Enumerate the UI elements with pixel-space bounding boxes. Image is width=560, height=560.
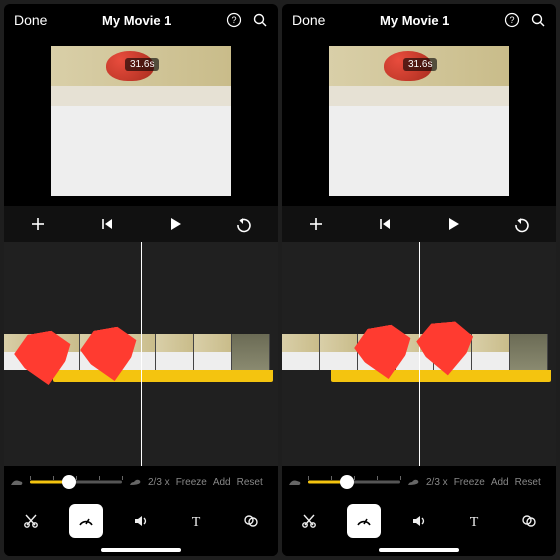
tortoise-icon (288, 477, 302, 487)
home-indicator (282, 544, 556, 556)
top-bar: Done My Movie 1 ? (282, 4, 556, 36)
speed-range-bar[interactable] (331, 370, 550, 382)
zoom-icon[interactable] (530, 12, 546, 28)
home-indicator (4, 544, 278, 556)
timeline[interactable] (282, 242, 556, 466)
add-button[interactable]: Add (213, 477, 231, 488)
speed-range-bar[interactable] (53, 370, 272, 382)
bottom-toolbar: T (4, 498, 278, 544)
transport-bar (282, 206, 556, 242)
volume-tool[interactable] (124, 504, 158, 538)
titles-tool[interactable]: T (457, 504, 491, 538)
prev-frame-icon[interactable] (97, 214, 117, 234)
svg-text:T: T (192, 515, 201, 530)
duration-badge: 31.6s (403, 58, 437, 71)
scissors-tool[interactable] (292, 504, 326, 538)
tortoise-icon (10, 477, 24, 487)
undo-icon[interactable] (234, 214, 254, 234)
speed-slider[interactable] (30, 474, 122, 490)
transport-bar (4, 206, 278, 242)
filters-tool[interactable] (234, 504, 268, 538)
reset-button[interactable]: Reset (237, 477, 263, 488)
hare-icon (406, 477, 420, 487)
video-preview[interactable]: 31.6s (4, 36, 278, 206)
svg-text:?: ? (509, 15, 514, 25)
top-bar: Done My Movie 1 ? (4, 4, 278, 36)
timeline[interactable] (4, 242, 278, 466)
done-button[interactable]: Done (14, 12, 47, 28)
play-icon[interactable] (165, 214, 185, 234)
speed-slider[interactable] (308, 474, 400, 490)
help-icon[interactable]: ? (226, 12, 242, 28)
playhead[interactable] (419, 242, 420, 466)
video-preview[interactable]: 31.6s (282, 36, 556, 206)
editor-pane-left: Done My Movie 1 ? 31.6s (4, 4, 278, 556)
scissors-tool[interactable] (14, 504, 48, 538)
reset-button[interactable]: Reset (515, 477, 541, 488)
speed-value: 2/3 x (148, 477, 170, 488)
playhead[interactable] (141, 242, 142, 466)
done-button[interactable]: Done (292, 12, 325, 28)
duration-badge: 31.6s (125, 58, 159, 71)
editor-pane-right: Done My Movie 1 ? 31.6s 2/3 x (282, 4, 556, 556)
speed-value: 2/3 x (426, 477, 448, 488)
help-icon[interactable]: ? (504, 12, 520, 28)
speed-controls: 2/3 x Freeze Add Reset (4, 466, 278, 498)
freeze-button[interactable]: Freeze (176, 477, 207, 488)
add-button[interactable]: Add (491, 477, 509, 488)
bottom-toolbar: T (282, 498, 556, 544)
freeze-button[interactable]: Freeze (454, 477, 485, 488)
speed-controls: 2/3 x Freeze Add Reset (282, 466, 556, 498)
project-title: My Movie 1 (380, 13, 449, 28)
filters-tool[interactable] (512, 504, 546, 538)
add-media-icon[interactable] (28, 214, 48, 234)
zoom-icon[interactable] (252, 12, 268, 28)
hare-icon (128, 477, 142, 487)
add-media-icon[interactable] (306, 214, 326, 234)
project-title: My Movie 1 (102, 13, 171, 28)
volume-tool[interactable] (402, 504, 436, 538)
speedometer-tool[interactable] (69, 504, 103, 538)
prev-frame-icon[interactable] (375, 214, 395, 234)
svg-text:T: T (470, 515, 479, 530)
speedometer-tool[interactable] (347, 504, 381, 538)
titles-tool[interactable]: T (179, 504, 213, 538)
play-icon[interactable] (443, 214, 463, 234)
undo-icon[interactable] (512, 214, 532, 234)
svg-text:?: ? (231, 15, 236, 25)
